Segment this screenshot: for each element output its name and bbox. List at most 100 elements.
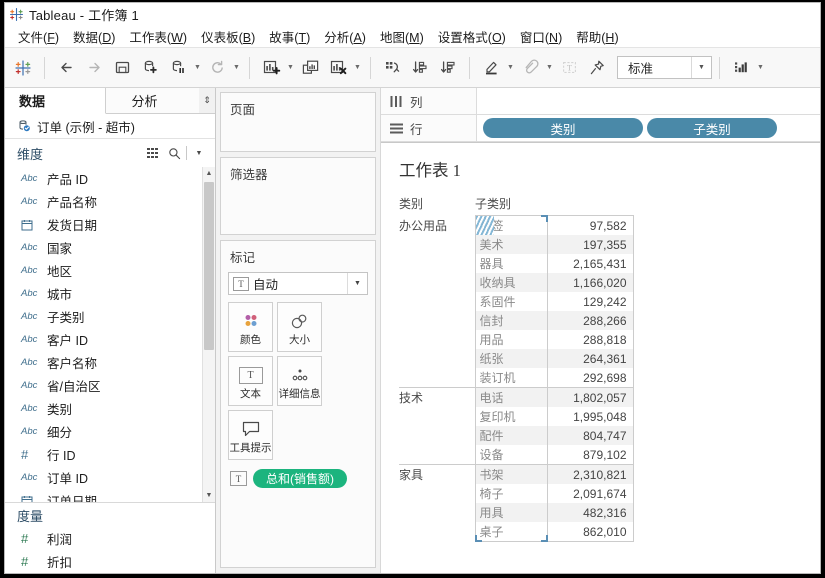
field-segment[interactable]: Abc 细分 (5, 420, 215, 443)
cell-value[interactable]: 292,698 (547, 368, 634, 388)
datasource-item[interactable]: 订单 (示例 - 超市) (5, 114, 215, 139)
cell-category[interactable]: 办公用品 (399, 216, 475, 388)
clear-sheet-caret-icon[interactable]: ▼ (352, 54, 363, 82)
rows-pill-category[interactable]: 类别 (483, 118, 643, 138)
col-header-category[interactable]: 类别 (399, 195, 475, 216)
cell-value[interactable]: 2,091,674 (547, 484, 634, 503)
show-me-icon[interactable] (727, 54, 755, 82)
cell-subcategory[interactable]: 设备 (474, 445, 548, 465)
tableau-home-icon[interactable] (9, 54, 37, 82)
menu-data[interactable]: 数据(D) (66, 25, 122, 48)
cell-category[interactable]: 家具 (399, 464, 475, 542)
cell-value[interactable]: 1,995,048 (547, 407, 634, 426)
filters-card[interactable]: 筛选器 (220, 157, 376, 235)
scroll-down-icon[interactable]: ▼ (203, 489, 215, 502)
highlight-icon[interactable] (477, 54, 505, 82)
cell-subcategory[interactable]: 用具 (474, 503, 548, 522)
cell-value[interactable]: 264,361 (547, 349, 634, 368)
cell-value[interactable]: 804,747 (547, 426, 634, 445)
cell-category[interactable]: 技术 (399, 387, 475, 465)
menu-story[interactable]: 故事(T) (262, 25, 317, 48)
menu-format[interactable]: 设置格式(O) (431, 25, 513, 48)
cell-subcategory[interactable]: 标签 (474, 215, 548, 235)
cell-value[interactable]: 288,818 (547, 330, 634, 349)
menu-window[interactable]: 窗口(N) (513, 25, 569, 48)
cell-subcategory[interactable]: 椅子 (474, 484, 548, 503)
scrollbar-thumb[interactable] (204, 182, 214, 350)
field-order-date[interactable]: 订单日期 (5, 489, 215, 502)
cell-subcategory[interactable]: 电话 (474, 387, 548, 407)
refresh-icon[interactable] (203, 54, 231, 82)
field-province[interactable]: Abc 省/自治区 (5, 374, 215, 397)
pause-auto-update-caret-icon[interactable]: ▼ (192, 54, 203, 82)
rows-shelf[interactable]: 行 类别 子类别 (381, 115, 820, 142)
cell-subcategory[interactable]: 桌子 (474, 522, 548, 542)
field-discount[interactable]: # 折扣 (5, 550, 215, 573)
clear-sheet-icon[interactable] (324, 54, 352, 82)
fit-dropdown[interactable]: 标准 ▼ (617, 56, 712, 79)
group-by-icon[interactable] (144, 143, 164, 163)
cell-value[interactable]: 1,166,020 (547, 273, 634, 292)
field-region[interactable]: Abc 地区 (5, 259, 215, 282)
field-profit[interactable]: # 利润 (5, 527, 215, 550)
field-list-scrollbar[interactable]: ▲ ▼ (202, 167, 215, 502)
tab-data[interactable]: 数据 (5, 88, 106, 114)
cell-subcategory[interactable]: 收纳具 (474, 273, 548, 292)
field-row-id[interactable]: # 行 ID (5, 443, 215, 466)
field-ship-date[interactable]: 发货日期 (5, 213, 215, 236)
undo-icon[interactable] (52, 54, 80, 82)
mark-type-dropdown[interactable]: T 自动 ▼ (228, 272, 368, 295)
cell-value[interactable]: 482,316 (547, 503, 634, 522)
mark-type-caret-icon[interactable]: ▼ (347, 273, 367, 294)
refresh-caret-icon[interactable]: ▼ (231, 54, 242, 82)
field-customer-id[interactable]: Abc 客户 ID (5, 328, 215, 351)
tab-analytics[interactable]: 分析 (106, 88, 199, 113)
field-order-id[interactable]: Abc 订单 ID (5, 466, 215, 489)
field-sub-category[interactable]: Abc 子类别 (5, 305, 215, 328)
search-icon[interactable] (164, 143, 184, 163)
columns-shelf[interactable]: 列 (381, 88, 820, 115)
cell-subcategory[interactable]: 美术 (474, 235, 548, 254)
scroll-up-icon[interactable]: ▲ (203, 167, 215, 180)
cell-subcategory[interactable]: 信封 (474, 311, 548, 330)
cell-value[interactable]: 2,310,821 (547, 464, 634, 484)
show-me-caret-icon[interactable]: ▼ (755, 54, 766, 82)
cell-value[interactable]: 129,242 (547, 292, 634, 311)
col-header-subcategory[interactable]: 子类别 (475, 195, 547, 216)
marks-pill-sum-sales[interactable]: 总和(销售额) (253, 469, 347, 488)
cell-subcategory[interactable]: 用品 (474, 330, 548, 349)
field-product-id[interactable]: Abc 产品 ID (5, 167, 215, 190)
options-caret-icon[interactable]: ▼ (189, 143, 209, 163)
fix-axes-icon[interactable] (583, 54, 611, 82)
pages-card[interactable]: 页面 (220, 92, 376, 152)
field-country[interactable]: Abc 国家 (5, 236, 215, 259)
rows-pill-subcategory[interactable]: 子类别 (647, 118, 777, 138)
menu-map[interactable]: 地图(M) (373, 25, 431, 48)
marks-color-button[interactable]: 颜色 (228, 302, 273, 352)
marks-text-button[interactable]: T 文本 (228, 356, 273, 406)
group-members-icon[interactable] (516, 54, 544, 82)
cell-value[interactable]: 97,582 (547, 215, 634, 235)
cell-subcategory[interactable]: 系固件 (474, 292, 548, 311)
menu-file[interactable]: 文件(F) (11, 25, 66, 48)
save-icon[interactable] (108, 54, 136, 82)
cell-value[interactable]: 2,165,431 (547, 254, 634, 273)
menu-help[interactable]: 帮助(H) (569, 25, 625, 48)
cell-value[interactable]: 1,802,057 (547, 387, 634, 407)
pause-auto-update-icon[interactable] (164, 54, 192, 82)
duplicate-sheet-icon[interactable] (296, 54, 324, 82)
new-worksheet-caret-icon[interactable]: ▼ (285, 54, 296, 82)
cell-subcategory[interactable]: 书架 (474, 464, 548, 484)
sort-ascending-icon[interactable] (406, 54, 434, 82)
marks-detail-button[interactable]: 详细信息 (277, 356, 322, 406)
table-row[interactable]: 家具 书架 2,310,821 (399, 464, 634, 542)
cell-value[interactable]: 197,355 (547, 235, 634, 254)
cell-value[interactable]: 288,266 (547, 311, 634, 330)
group-members-caret-icon[interactable]: ▼ (544, 54, 555, 82)
pane-resize-icon[interactable]: ⇕ (199, 88, 215, 113)
field-category[interactable]: Abc 类别 (5, 397, 215, 420)
field-product-name[interactable]: Abc 产品名称 (5, 190, 215, 213)
menu-worksheet[interactable]: 工作表(W) (122, 25, 194, 48)
cell-subcategory[interactable]: 配件 (474, 426, 548, 445)
field-customer-name[interactable]: Abc 客户名称 (5, 351, 215, 374)
